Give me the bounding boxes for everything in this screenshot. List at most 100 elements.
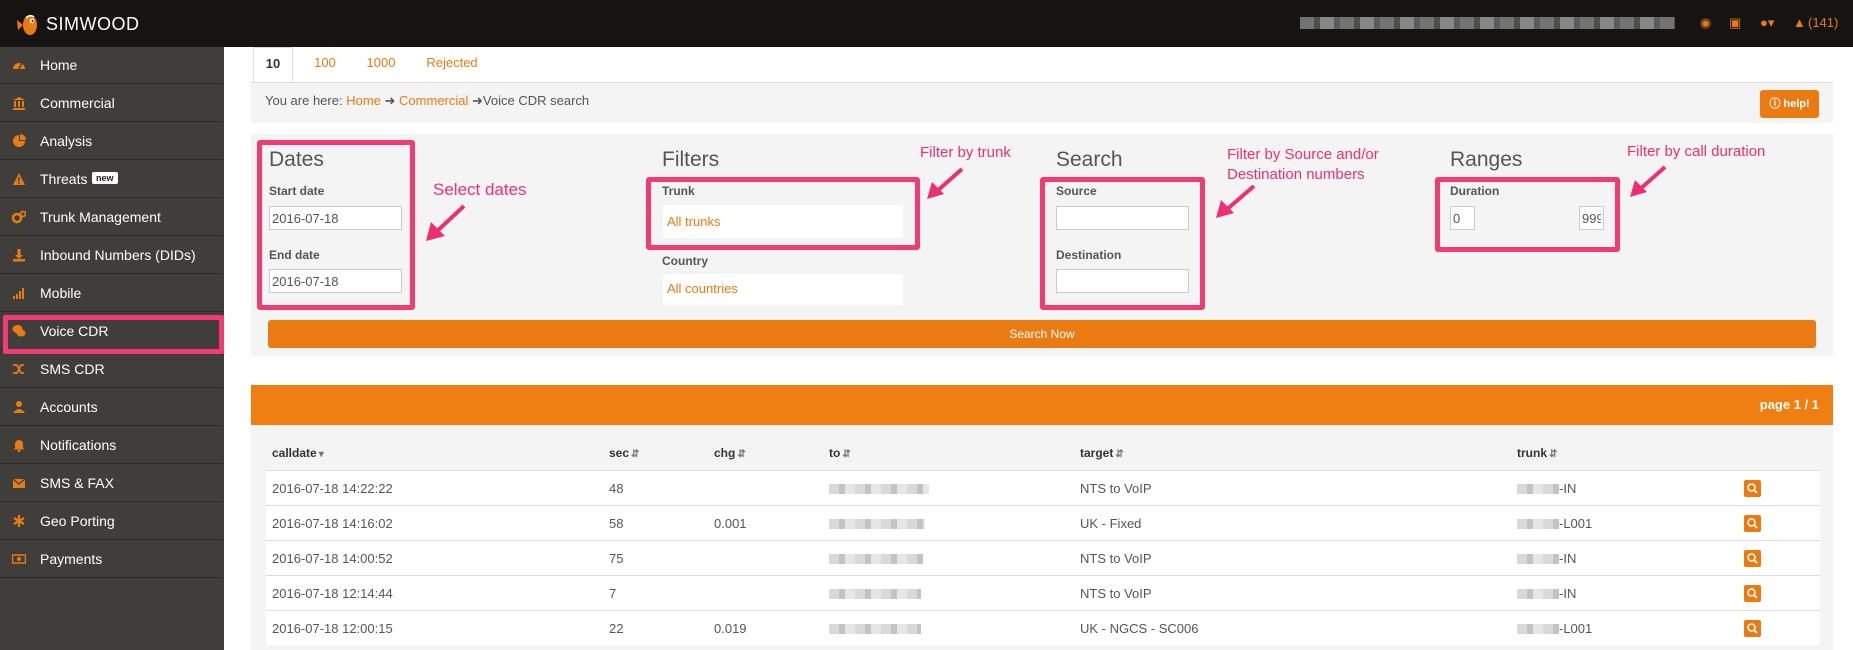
sort-icon: ⇵ [1115, 449, 1124, 460]
sidebar-item-label: Mobile [40, 285, 82, 301]
chat-icon[interactable]: ◉ [1700, 15, 1711, 31]
sidebar-item-label: Analysis [40, 133, 93, 149]
sidebar-item-commercial[interactable]: Commercial [0, 85, 222, 122]
table-row: 2016-07-18 14:22:22 48 NTS to VoIP -IN [266, 470, 1820, 505]
cell-to-blurred [829, 554, 923, 564]
cell-trunk-blurred [1517, 554, 1559, 564]
brand-name[interactable]: SIMWOOD [46, 14, 140, 35]
cell-target: NTS to VoIP [1080, 551, 1152, 566]
sidebar-item-mobile[interactable]: Mobile [0, 275, 222, 312]
breadcrumb-current: Voice CDR search [482, 93, 590, 108]
search-plus-icon [1747, 518, 1758, 529]
search-highlight [1040, 177, 1205, 310]
sidebar-item-analysis[interactable]: Analysis [0, 123, 222, 160]
search-plus-icon [1747, 588, 1758, 599]
pie-chart-icon [13, 134, 26, 147]
zoom-details-button[interactable] [1744, 480, 1761, 497]
sidebar-item-payments[interactable]: Payments [0, 541, 222, 578]
user-menu-icon[interactable]: ●▾ [1760, 15, 1774, 31]
dashboard-icon [13, 62, 25, 70]
asterisk-icon [13, 515, 25, 527]
sidebar-item-sms-cdr[interactable]: SMS CDR [0, 351, 222, 388]
search-plus-icon [1747, 553, 1758, 564]
zoom-details-button[interactable] [1744, 550, 1761, 567]
search-heading: Search [1056, 148, 1123, 171]
sidebar-item-label: SMS CDR [40, 361, 105, 377]
sidebar-item-trunk-management[interactable]: Trunk Management [0, 199, 222, 236]
column-label: trunk [1517, 446, 1547, 460]
cell-calldate: 2016-07-18 14:22:22 [272, 481, 393, 496]
signal-icon [13, 288, 24, 299]
column-chg[interactable]: chg ⇵ [714, 446, 746, 460]
cell-calldate: 2016-07-18 14:00:52 [272, 551, 393, 566]
cell-trunk-suffix: -L001 [1559, 621, 1593, 636]
cell-target: UK - NGCS - SC006 [1080, 621, 1199, 636]
breadcrumb-home[interactable]: Home [346, 93, 381, 108]
column-calldate[interactable]: calldate ▾ [272, 446, 324, 460]
sort-icon: ⇵ [737, 449, 746, 460]
bank-icon [13, 97, 25, 110]
question-circle-icon: ⓘ [1769, 98, 1781, 110]
cell-sec: 7 [609, 586, 617, 601]
tab-10[interactable]: 10 [253, 47, 293, 82]
help-label: help! [1783, 98, 1810, 110]
fish-logo-icon[interactable] [14, 8, 44, 38]
cell-chg: 0.001 [714, 516, 747, 531]
filters-heading: Filters [662, 148, 720, 171]
arrow-right-icon: ➜ [384, 93, 396, 108]
column-sec[interactable]: sec ⇵ [609, 446, 639, 460]
sidebar-item-notifications[interactable]: Notifications [0, 427, 222, 464]
voice-cdr-highlight [3, 315, 224, 354]
duration-highlight [1435, 177, 1620, 252]
download-icon [13, 249, 25, 262]
zoom-details-button[interactable] [1744, 585, 1761, 602]
cell-trunk-blurred [1517, 519, 1559, 529]
zoom-details-button[interactable] [1744, 515, 1761, 532]
cell-to-blurred [829, 519, 925, 529]
notification-count[interactable]: (141) [1808, 15, 1838, 31]
country-select[interactable]: All countries [663, 274, 903, 305]
column-target[interactable]: target ⇵ [1080, 446, 1124, 460]
bell-icon [13, 440, 25, 452]
arrow-duration-icon [1630, 165, 1667, 197]
cell-sec: 48 [609, 481, 624, 496]
zoom-details-button[interactable] [1744, 620, 1761, 637]
bell-icon[interactable]: ▲ [1793, 15, 1806, 31]
column-trunk[interactable]: trunk ⇵ [1517, 446, 1557, 460]
tab-rejected[interactable]: Rejected [420, 47, 484, 82]
sidebar-item-label: Home [40, 57, 78, 73]
column-to[interactable]: to ⇵ [829, 446, 851, 460]
cell-sec: 75 [609, 551, 624, 566]
breadcrumb-prefix: You are here: [265, 93, 347, 108]
medkit-icon[interactable]: ▣ [1729, 15, 1741, 31]
arrow-search-icon [1216, 184, 1256, 218]
sort-icon: ⇵ [842, 449, 851, 460]
sidebar-item-geo-porting[interactable]: Geo Porting [0, 503, 222, 540]
tab-100[interactable]: 100 [305, 47, 345, 82]
cell-trunk-blurred [1517, 624, 1559, 634]
user-icon [13, 401, 25, 413]
dates-highlight [257, 140, 415, 310]
tab-1000[interactable]: 1000 [358, 47, 404, 82]
search-plus-icon [1747, 483, 1758, 494]
sidebar-item-label: Threats [40, 171, 88, 187]
arrow-dates-icon [426, 204, 466, 241]
sidebar-item-home[interactable]: Home [0, 47, 222, 84]
results-header: page 1 / 1 [251, 385, 1833, 425]
cell-trunk-blurred [1517, 484, 1559, 494]
sort-icon: ⇵ [631, 449, 640, 460]
search-now-button[interactable]: Search Now [268, 320, 1816, 348]
cell-target: UK - Fixed [1080, 516, 1142, 531]
sort-icon: ⇵ [1549, 449, 1558, 460]
annotation-filter-trunk: Filter by trunk [920, 144, 1011, 161]
sidebar-item-accounts[interactable]: Accounts [0, 389, 222, 426]
top-bar: SIMWOOD ◉ ▣ ●▾ ▲ (141) [0, 0, 1853, 47]
sidebar-item-inbound-numbers[interactable]: Inbound Numbers (DIDs) [0, 237, 222, 274]
sidebar-item-threats[interactable]: Threats new [0, 161, 222, 198]
sidebar-item-label: Notifications [40, 437, 117, 453]
help-button[interactable]: ⓘ help! [1760, 90, 1819, 118]
breadcrumb-commercial[interactable]: Commercial [399, 93, 468, 108]
cogs-icon [12, 210, 26, 224]
sidebar-item-sms-fax[interactable]: SMS & FAX [0, 465, 222, 502]
column-label: chg [714, 446, 736, 460]
